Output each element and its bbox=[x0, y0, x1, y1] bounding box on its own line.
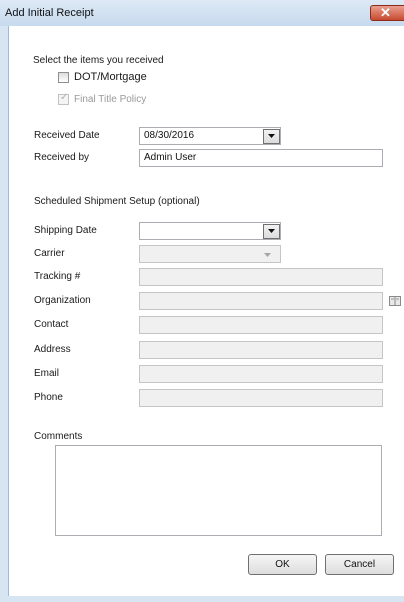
close-icon: ✕ bbox=[380, 5, 391, 20]
shipping-date-dropdown-button[interactable] bbox=[263, 224, 280, 239]
email-label: Email bbox=[34, 368, 60, 379]
contact-input bbox=[139, 316, 383, 334]
dialog-window: Add Initial Receipt ✕ Select the items y… bbox=[0, 0, 404, 602]
shipment-heading: Scheduled Shipment Setup (optional) bbox=[34, 196, 200, 207]
address-input bbox=[139, 341, 383, 359]
ok-button[interactable]: OK bbox=[248, 554, 317, 575]
organization-label: Organization bbox=[34, 295, 91, 306]
shipping-date-input[interactable] bbox=[139, 222, 281, 240]
checkmark-icon: ✓ bbox=[60, 92, 69, 103]
chevron-down-icon bbox=[264, 253, 271, 257]
final-title-policy-checkbox: ✓ bbox=[58, 92, 69, 105]
title-bar[interactable]: Add Initial Receipt ✕ bbox=[0, 0, 404, 26]
tracking-label: Tracking # bbox=[34, 271, 81, 282]
address-label: Address bbox=[34, 344, 71, 355]
chevron-down-icon bbox=[268, 229, 275, 233]
dot-mortgage-label[interactable]: DOT/Mortgage bbox=[74, 71, 147, 83]
carrier-select bbox=[139, 245, 281, 263]
close-button[interactable]: ✕ bbox=[370, 5, 404, 21]
organization-input bbox=[139, 292, 383, 310]
received-date-label: Received Date bbox=[34, 130, 100, 141]
tracking-input bbox=[139, 268, 383, 286]
items-heading: Select the items you received bbox=[33, 55, 164, 66]
received-by-label: Received by bbox=[34, 152, 90, 163]
final-title-policy-label: Final Title Policy bbox=[74, 94, 147, 105]
dialog-content: Select the items you received DOT/Mortga… bbox=[8, 26, 404, 596]
comments-label: Comments bbox=[34, 431, 83, 442]
carrier-label: Carrier bbox=[34, 248, 65, 259]
received-by-input[interactable]: Admin User bbox=[139, 149, 383, 167]
cancel-button[interactable]: Cancel bbox=[325, 554, 394, 575]
contact-label: Contact bbox=[34, 319, 69, 330]
received-date-dropdown-button[interactable] bbox=[263, 129, 280, 144]
phone-input bbox=[139, 389, 383, 407]
email-input bbox=[139, 365, 383, 383]
dot-mortgage-checkbox[interactable] bbox=[58, 72, 69, 83]
chevron-down-icon bbox=[268, 134, 275, 138]
address-book-icon[interactable] bbox=[389, 296, 401, 306]
comments-textarea[interactable] bbox=[55, 445, 382, 536]
phone-label: Phone bbox=[34, 392, 63, 403]
received-date-input[interactable]: 08/30/2016 bbox=[139, 127, 281, 145]
window-title: Add Initial Receipt bbox=[5, 7, 94, 19]
shipping-date-label: Shipping Date bbox=[34, 225, 97, 236]
